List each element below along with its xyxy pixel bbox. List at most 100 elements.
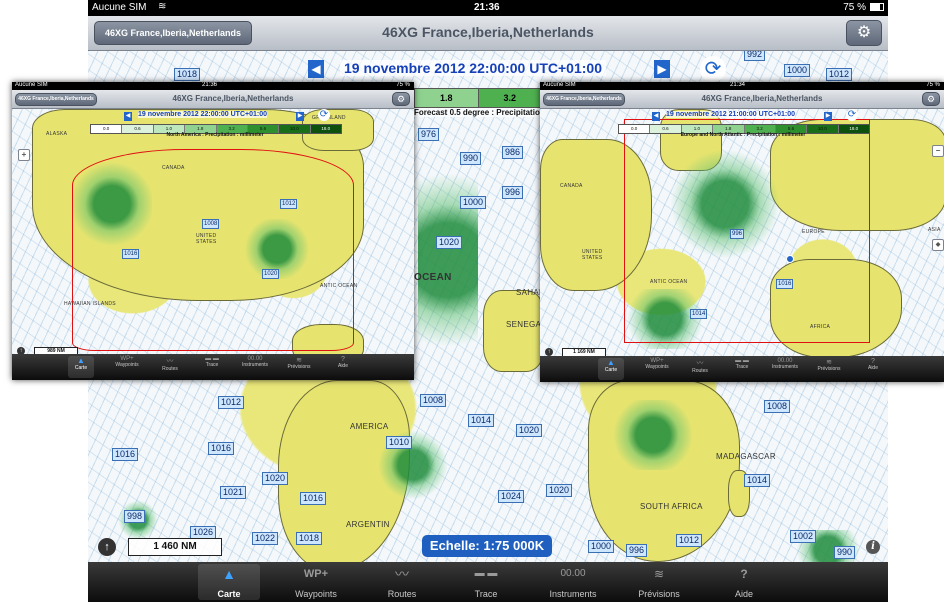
- north-africa-landmass: [483, 290, 545, 372]
- next-date-button[interactable]: ▶: [824, 112, 832, 121]
- tab-instruments[interactable]: 00.00 Instruments: [770, 358, 800, 380]
- tab-carte[interactable]: ▲ Carte: [198, 564, 260, 600]
- previous-date-button[interactable]: ◀: [652, 112, 660, 121]
- next-date-button[interactable]: ▶: [296, 112, 304, 121]
- tab-carte[interactable]: ▲ Carte: [598, 358, 624, 380]
- isobar-label: 996: [502, 186, 524, 199]
- isobar-label: 1022: [252, 532, 279, 545]
- gear-icon: ⚙: [396, 94, 406, 104]
- gear-icon: ⚙: [856, 24, 872, 41]
- geo-label-madagascar: MADAGASCAR: [716, 452, 776, 461]
- tab-aide[interactable]: ? Aide: [860, 358, 886, 380]
- north-compass-button[interactable]: ↑: [545, 348, 553, 356]
- page-title: 46XG France,Iberia,Netherlands: [701, 94, 823, 103]
- clock: 21:34: [730, 82, 746, 88]
- tab-instruments[interactable]: 00.00 Instruments: [240, 356, 270, 378]
- tab-label: Aide: [867, 365, 878, 371]
- refresh-button[interactable]: ⟳: [318, 109, 330, 121]
- tab-routes[interactable]: 〰 Routes: [156, 356, 184, 378]
- info-button[interactable]: i: [866, 540, 880, 554]
- back-button[interactable]: 46XG France,Iberia,Netherlands: [543, 93, 625, 106]
- route-line-icon: 〰: [395, 566, 409, 582]
- scale-ratio-badge: Echelle: 1:75 000K: [422, 535, 552, 557]
- trace-dashes-icon: ▬ ▬: [474, 568, 498, 579]
- carrier-label: Aucune SIM: [543, 82, 576, 88]
- geo-label-canada: CANADA: [162, 165, 185, 171]
- geo-label-alaska: ALASKA: [46, 131, 68, 137]
- arrow-left-icon: ◀: [311, 62, 321, 76]
- isobar-label: 1012: [218, 396, 245, 409]
- refresh-button[interactable]: ⟳: [846, 109, 858, 121]
- map-navigation-icon: ▲: [77, 356, 85, 365]
- geo-label-europe: EUROPE: [802, 229, 825, 235]
- isobar-label: 1024: [498, 490, 525, 503]
- arrow-right-icon: ▶: [657, 62, 667, 76]
- isobar-label: 990: [834, 546, 856, 559]
- zoom-in-button[interactable]: −: [932, 145, 944, 157]
- isobar-label: 1020: [546, 484, 573, 497]
- settings-gear-button[interactable]: ⚙: [922, 92, 940, 106]
- tab-waypoints[interactable]: WP+ Waypoints: [284, 564, 348, 600]
- north-arrow-icon: ↑: [104, 541, 110, 553]
- isobar-label: 1018: [296, 532, 323, 545]
- tab-previsions[interactable]: ≋ Prévisions: [284, 356, 314, 378]
- settings-gear-button[interactable]: ⚙: [392, 92, 410, 106]
- tab-trace[interactable]: ▬ ▬ Trace: [458, 564, 514, 600]
- tab-instruments[interactable]: 00.00 Instruments: [540, 564, 606, 600]
- zoom-scroll-control[interactable]: ◆: [932, 239, 944, 251]
- info-icon: i: [871, 541, 875, 552]
- geo-label-africa: AFRICA: [810, 324, 831, 330]
- tab-waypoints[interactable]: WP+ Waypoints: [642, 358, 672, 380]
- isobar-label: 1020: [262, 269, 280, 279]
- refresh-icon: ⟳: [319, 109, 329, 120]
- next-date-button[interactable]: ▶: [654, 60, 670, 78]
- zoom-in-button[interactable]: +: [18, 149, 30, 161]
- tab-aide[interactable]: ? Aide: [330, 356, 356, 378]
- isobar-label: 1020: [436, 236, 463, 249]
- isobar-label: 1008: [764, 400, 791, 413]
- tab-trace[interactable]: ▬ ▬ Trace: [198, 356, 226, 378]
- tab-routes[interactable]: 〰 Routes: [686, 358, 714, 380]
- main-legend-partial: 1.8 3.2: [414, 88, 542, 108]
- geo-label-america: AMERICA: [350, 422, 389, 431]
- tab-previsions[interactable]: ≋ Prévisions: [626, 564, 692, 600]
- north-compass-button[interactable]: ↑: [98, 538, 116, 556]
- europe-atlantic-screenshot-card: Aucune SIM 21:34 75 % 46XG France,Iberia…: [540, 82, 944, 382]
- north-america-map[interactable]: ALASKA CANADA GREENLAND UNITED STATES HA…: [12, 109, 414, 354]
- help-icon: ?: [341, 356, 345, 363]
- isobar-label: 1016: [300, 492, 327, 505]
- forecast-icon: ≋: [296, 357, 302, 364]
- refresh-button[interactable]: ⟳: [700, 56, 726, 82]
- tab-label: Carte: [74, 365, 88, 371]
- tab-waypoints[interactable]: WP+ Waypoints: [112, 356, 142, 378]
- wifi-icon: ≋: [158, 1, 167, 12]
- geo-label-united-states: UNITED STATES: [582, 249, 603, 261]
- geo-label-hawaii: HAWAIIAN ISLANDS: [64, 301, 116, 307]
- geo-label-atlantic: ANTIC OCEAN: [320, 283, 358, 289]
- europe-atlantic-map[interactable]: CANADA UNITED STATES ANTIC OCEAN EUROPE …: [540, 109, 944, 356]
- tab-label: Prévisions: [287, 364, 311, 370]
- north-america-screenshot-card: Aucune SIM 21:36 75 % 46XG France,Iberia…: [12, 82, 414, 380]
- isobar-label: 1014: [468, 414, 495, 427]
- tab-previsions[interactable]: ≋ Prévisions: [814, 358, 844, 380]
- back-button[interactable]: 46XG France,Iberia,Netherlands: [15, 93, 97, 106]
- tab-label: Routes: [692, 368, 708, 374]
- page-title: 46XG France,Iberia,Netherlands: [172, 94, 294, 103]
- previous-date-button[interactable]: ◀: [308, 60, 324, 78]
- settings-gear-button[interactable]: ⚙: [846, 20, 882, 46]
- map-navigation-icon: ▲: [222, 566, 236, 582]
- previous-date-button[interactable]: ◀: [124, 112, 132, 121]
- forecast-icon: ≋: [826, 359, 832, 366]
- tab-aide[interactable]: ? Aide: [716, 564, 772, 600]
- forecast-datetime: 19 novembre 2012 22:00:00 UTC+01:00: [340, 60, 606, 76]
- page-title: 46XG France,Iberia,Netherlands: [382, 24, 594, 40]
- tab-routes[interactable]: 〰 Routes: [372, 564, 432, 600]
- navigation-bar: 46XG France,Iberia,Netherlands 46XG Fran…: [540, 90, 944, 109]
- tab-trace[interactable]: ▬ ▬ Trace: [728, 358, 756, 380]
- forecast-icon: ≋: [653, 567, 665, 581]
- tab-carte[interactable]: ▲ Carte: [68, 356, 94, 378]
- isobar-label: 1008: [202, 219, 220, 229]
- geo-label-atlantic: ANTIC OCEAN: [650, 279, 688, 285]
- back-button[interactable]: 46XG France,Iberia,Netherlands: [94, 21, 252, 45]
- status-bar: Aucune SIM ≋ 21:36 75 %: [88, 0, 888, 16]
